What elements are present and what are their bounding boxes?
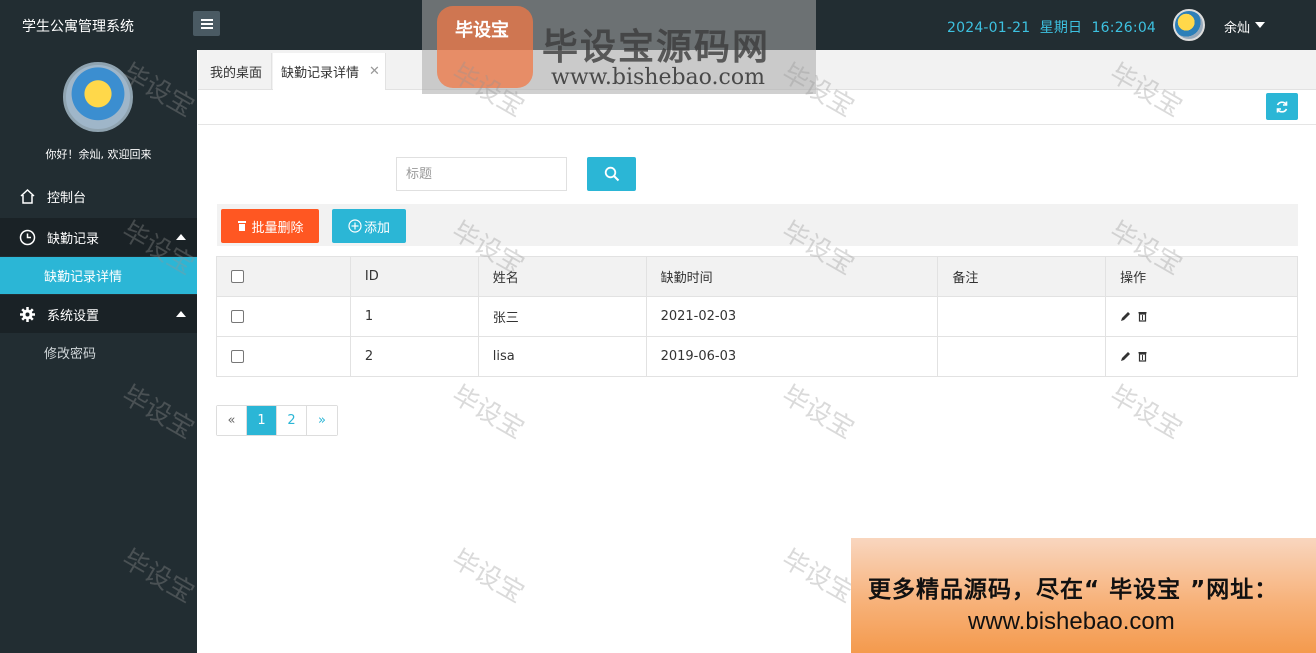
promo-banner-url: www.bishebao.com	[968, 608, 1175, 635]
sidebar-item-change-password[interactable]: 修改密码	[0, 333, 197, 371]
trash-icon	[238, 221, 247, 231]
tab-desktop[interactable]: 我的桌面	[198, 53, 272, 90]
refresh-icon	[1276, 100, 1288, 113]
absence-table: ID 姓名 缺勤时间 备注 操作 1 张三 2021-02-03 2 lisa	[216, 256, 1298, 377]
column-header-name: 姓名	[477, 256, 647, 297]
search-button[interactable]	[587, 157, 636, 191]
watermark-text: 毕设宝	[776, 544, 860, 610]
sidebar-item-label: 系统设置	[47, 308, 100, 324]
batch-delete-button[interactable]: 批量删除	[221, 209, 319, 243]
profile-avatar	[63, 62, 133, 132]
gear-icon	[18, 305, 36, 323]
user-avatar[interactable]	[1173, 9, 1205, 41]
watermark-text: 毕设宝	[446, 380, 530, 446]
clock-icon	[18, 228, 36, 246]
welcome-text: 你好！余灿, 欢迎回来	[45, 148, 152, 161]
sidebar-item-label: 控制台	[47, 190, 87, 206]
row-checkbox[interactable]	[231, 350, 244, 363]
home-icon	[18, 187, 36, 205]
chevron-down-icon[interactable]	[1255, 22, 1265, 28]
watermark-text: 毕设宝	[446, 544, 530, 610]
select-all-checkbox[interactable]	[231, 270, 244, 283]
tab-toolbar	[198, 90, 1316, 125]
sidebar: 你好！余灿, 欢迎回来 控制台 缺勤记录 缺勤记录详情 系统设置 修改密码	[0, 50, 197, 653]
table-header-row: ID 姓名 缺勤时间 备注 操作	[216, 256, 1298, 297]
cell-id: 1	[349, 296, 479, 337]
watermark-text: 毕设宝	[1104, 380, 1188, 446]
watermark-logo-url: www.bishebao.com	[551, 65, 765, 90]
table-row: 2 lisa 2019-06-03	[216, 336, 1298, 377]
cell-id: 2	[349, 336, 479, 377]
promo-banner-text: 更多精品源码，尽在“ 毕设宝 ”网址：	[868, 577, 1279, 603]
column-header-note: 备注	[937, 256, 1107, 297]
app-title: 学生公寓管理系统	[22, 19, 134, 35]
datetime-display: 2024-01-21 星期日 16:26:04	[947, 20, 1157, 36]
column-header-id: ID	[349, 256, 479, 297]
sidebar-item-label: 修改密码	[44, 346, 97, 362]
sidebar-item-label: 缺勤记录	[47, 231, 100, 247]
tab-label: 缺勤记录详情	[281, 66, 360, 81]
sidebar-item-settings[interactable]: 系统设置	[0, 295, 197, 333]
watermark-logo-title: 毕设宝源码网	[542, 27, 771, 68]
search-input[interactable]	[396, 157, 567, 191]
edit-icon[interactable]	[1120, 351, 1131, 362]
column-header-actions: 操作	[1105, 256, 1298, 297]
plus-circle-icon	[348, 219, 362, 233]
button-label: 添加	[363, 220, 390, 236]
trash-icon[interactable]	[1137, 351, 1148, 362]
table-row: 1 张三 2021-02-03	[216, 296, 1298, 337]
cell-name: lisa	[477, 336, 647, 377]
page-prev[interactable]: «	[217, 406, 247, 435]
edit-icon[interactable]	[1120, 311, 1131, 322]
add-button[interactable]: 添加	[332, 209, 406, 243]
hamburger-icon	[200, 18, 213, 29]
watermark-logo-badge-text: 毕设宝	[455, 20, 509, 41]
close-icon[interactable]: ✕	[369, 64, 380, 79]
cell-time: 2019-06-03	[645, 336, 939, 377]
search-icon	[604, 166, 619, 182]
tab-absence-detail[interactable]: 缺勤记录详情 ✕	[273, 53, 386, 90]
column-header-time: 缺勤时间	[645, 256, 939, 297]
select-all-cell[interactable]	[216, 256, 351, 297]
trash-icon[interactable]	[1137, 311, 1148, 322]
menu-toggle-button[interactable]	[193, 11, 220, 36]
sidebar-item-absence[interactable]: 缺勤记录	[0, 218, 197, 256]
cell-name: 张三	[477, 296, 647, 337]
page-2[interactable]: 2	[277, 406, 307, 435]
chevron-up-icon	[176, 311, 186, 317]
tab-label: 我的桌面	[210, 66, 263, 81]
button-label: 批量删除	[251, 220, 304, 236]
watermark-text: 毕设宝	[776, 380, 860, 446]
page-1[interactable]: 1	[247, 406, 277, 435]
sidebar-item-dashboard[interactable]: 控制台	[0, 177, 197, 215]
cell-time: 2021-02-03	[645, 296, 939, 337]
cell-actions	[1105, 336, 1298, 377]
cell-actions	[1105, 296, 1298, 337]
page-next[interactable]: »	[307, 406, 337, 435]
sidebar-item-label: 缺勤记录详情	[44, 270, 123, 285]
user-name[interactable]: 余灿	[1224, 17, 1250, 36]
chevron-up-icon	[176, 234, 186, 240]
sidebar-item-absence-detail[interactable]: 缺勤记录详情	[0, 257, 197, 294]
pagination: « 1 2 »	[216, 405, 338, 436]
cell-note	[937, 296, 1107, 337]
cell-note	[937, 336, 1107, 377]
refresh-button[interactable]	[1266, 93, 1298, 120]
row-checkbox[interactable]	[231, 310, 244, 323]
